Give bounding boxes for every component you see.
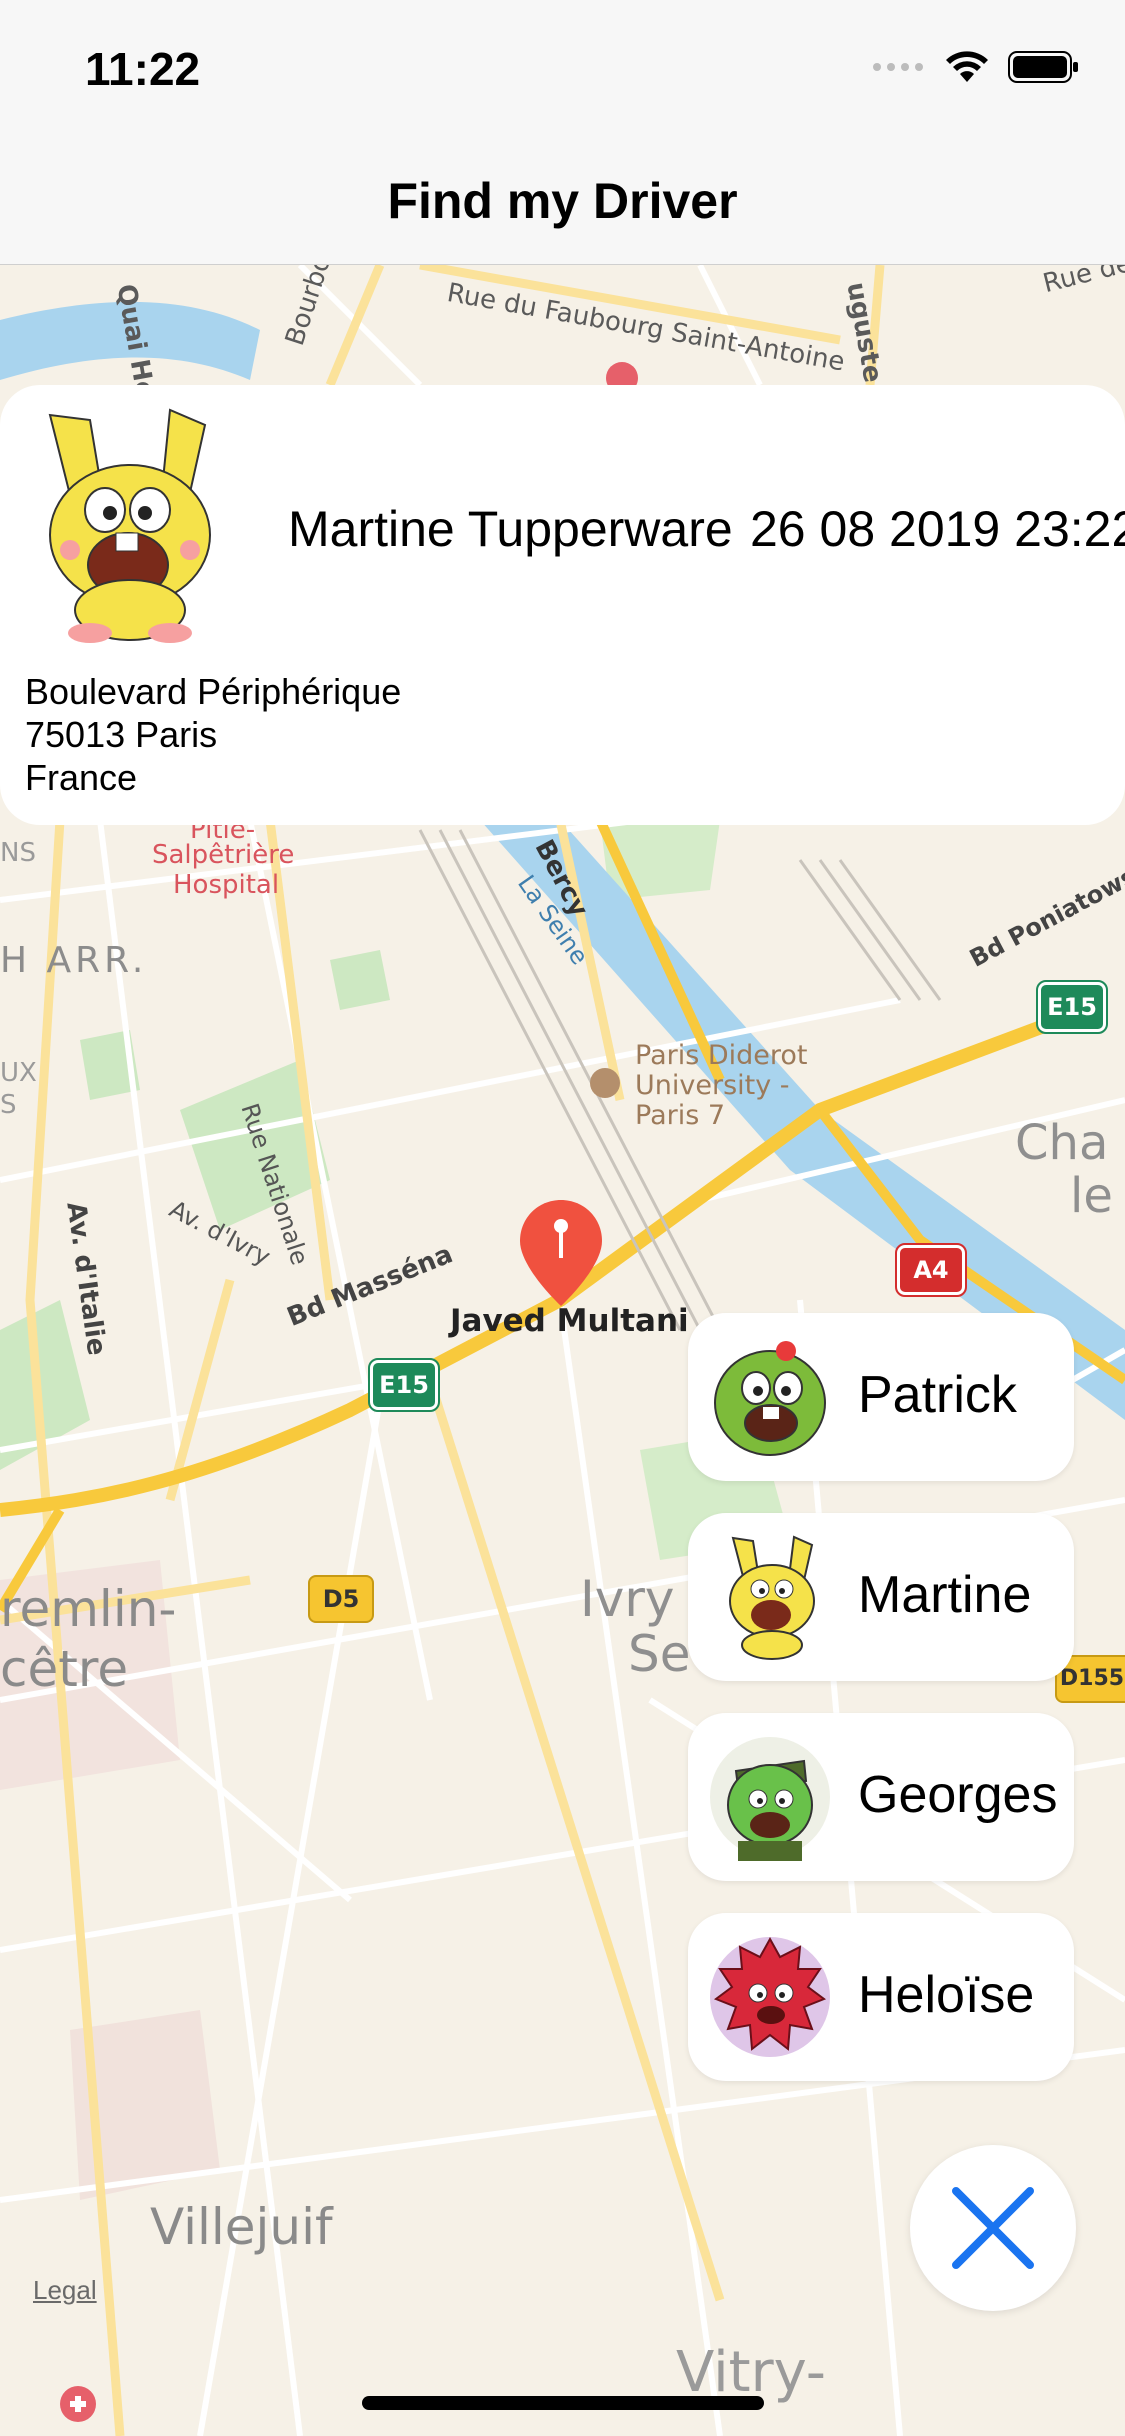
address-line: 75013 Paris xyxy=(25,714,218,755)
map-label: Ivry xyxy=(580,1570,675,1628)
map-label: Hospital xyxy=(173,870,280,900)
map-label: H ARR. xyxy=(0,940,148,981)
map-label: S xyxy=(0,1090,17,1120)
driver-button-label: Martine xyxy=(858,1566,1032,1624)
green-creature-avatar-icon xyxy=(708,1333,833,1461)
address-line: Boulevard Périphérique xyxy=(25,671,402,712)
page-title: Find my Driver xyxy=(387,173,738,229)
yellow-rabbit-avatar-icon xyxy=(708,1533,833,1661)
cellular-signal-icon xyxy=(872,60,926,79)
map-label: UX xyxy=(0,1058,37,1088)
highway-shield-e15: E15 xyxy=(1036,980,1108,1034)
map-label: le xyxy=(1070,1168,1113,1224)
driver-button-label: Patrick xyxy=(858,1366,1017,1424)
map-label: University - xyxy=(635,1070,790,1101)
driver-name: Martine Tupperware xyxy=(288,501,733,557)
map-label: cêtre xyxy=(0,1640,129,1698)
university-icon xyxy=(590,1068,620,1098)
driver-button-martine[interactable]: Martine xyxy=(688,1513,1074,1681)
driver-button-georges[interactable]: Georges xyxy=(688,1713,1074,1881)
yellow-rabbit-avatar-icon xyxy=(20,405,230,645)
battery-icon xyxy=(1008,50,1080,89)
driver-button-heloise[interactable]: Heloïse xyxy=(688,1913,1074,2081)
legal-link[interactable]: Legal xyxy=(33,2275,97,2306)
status-icons xyxy=(872,50,1080,89)
driver-address: Boulevard Périphérique 75013 Paris Franc… xyxy=(25,670,401,799)
driver-info-card: Martine Tupperware 26 08 2019 23:22: Bou… xyxy=(0,385,1125,825)
close-icon xyxy=(948,2183,1038,2278)
highway-shield-a4: A4 xyxy=(895,1243,967,1297)
red-porcupine-avatar-icon xyxy=(708,1933,833,2061)
driver-button-label: Georges xyxy=(858,1766,1058,1824)
driver-datetime: 26 08 2019 23:22: xyxy=(750,501,1125,557)
map-label: Villejuif xyxy=(150,2198,333,2256)
green-soldier-avatar-icon xyxy=(708,1733,833,1861)
map-label: Se xyxy=(628,1625,691,1683)
home-indicator[interactable] xyxy=(362,2396,764,2410)
map-pin-icon[interactable] xyxy=(518,1198,604,1310)
status-bar: 11:22 xyxy=(0,0,1125,132)
map-label: Cha xyxy=(1015,1115,1109,1171)
driver-button-patrick[interactable]: Patrick xyxy=(688,1313,1074,1481)
map-label: NS xyxy=(0,838,36,868)
close-button[interactable] xyxy=(910,2145,1076,2311)
map-label: Salpêtrière xyxy=(152,840,295,870)
wifi-icon xyxy=(944,50,990,89)
road-shield-d5: D5 xyxy=(308,1575,374,1623)
navigation-bar: Find my Driver xyxy=(0,132,1125,265)
driver-button-label: Heloïse xyxy=(858,1966,1035,2024)
address-line: France xyxy=(25,757,138,798)
status-time: 11:22 xyxy=(85,43,201,95)
highway-shield-e15: E15 xyxy=(368,1358,440,1412)
map-label: remlin- xyxy=(0,1580,177,1638)
map-label: Paris Diderot xyxy=(635,1040,808,1071)
map-label: Paris 7 xyxy=(635,1100,726,1131)
